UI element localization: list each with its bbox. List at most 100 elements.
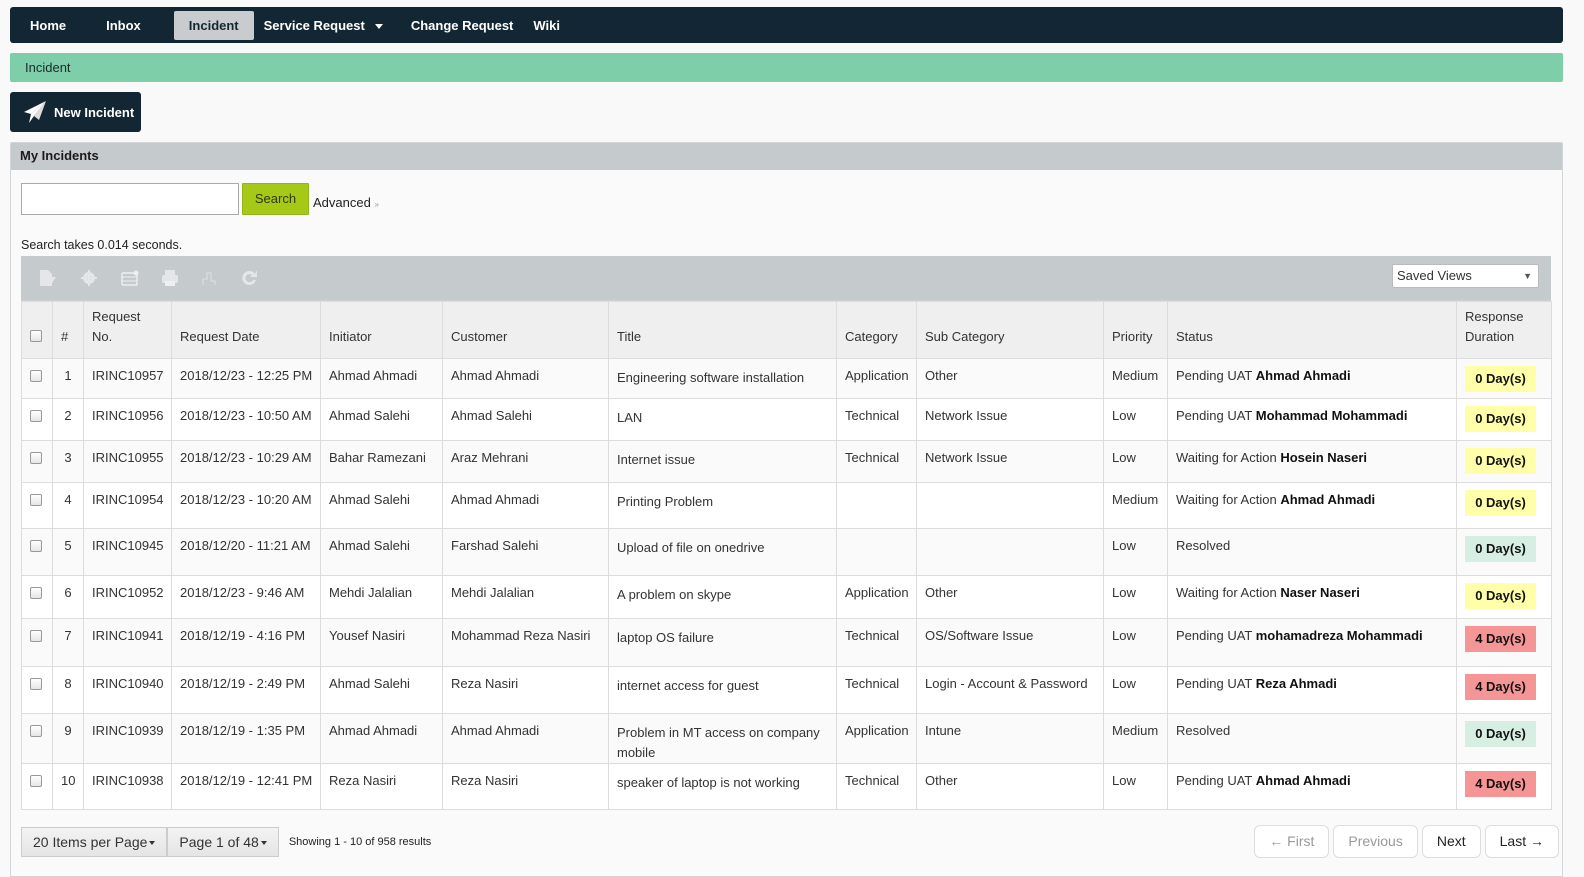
request-number[interactable]: IRINC10955 [83, 440, 172, 483]
response-cell: 4 Day(s) [1456, 666, 1552, 714]
status-cell: Resolved [1167, 713, 1457, 764]
nav-change-request[interactable]: Change Request [401, 11, 524, 40]
response-cell: 0 Day(s) [1456, 440, 1552, 483]
category: Technical [836, 763, 917, 810]
col-category[interactable]: Category [836, 301, 917, 359]
title[interactable]: laptop OS failure [608, 618, 837, 667]
title[interactable]: Internet issue [608, 440, 837, 483]
saved-views-select[interactable]: Saved Views ▼ [1392, 264, 1539, 288]
col-number[interactable]: # [52, 301, 84, 359]
customer: Mehdi Jalalian [442, 575, 609, 619]
table-row[interactable]: 4 IRINC10954 2018/12/23 - 10:20 AM Ahmad Sa… [21, 482, 1552, 529]
select-all-checkbox[interactable] [30, 330, 42, 342]
new-incident-button[interactable]: New Incident [10, 92, 141, 132]
table-row[interactable]: 9 IRINC10939 2018/12/19 - 1:35 PM Ahmad Ahm… [21, 713, 1552, 764]
title[interactable]: Upload of file on onedrive [608, 528, 837, 576]
table-row[interactable]: 10 IRINC10938 2018/12/19 - 12:41 PM Reza Na… [21, 763, 1552, 810]
col-request-no[interactable]: Request No. [83, 301, 172, 359]
title[interactable]: Engineering software installation [608, 358, 837, 399]
nav-home[interactable]: Home [20, 11, 76, 40]
next-page-button[interactable]: Next [1421, 825, 1481, 858]
row-checkbox[interactable] [30, 587, 42, 599]
title[interactable]: Problem in MT access on company mobile [608, 713, 837, 764]
row-checkbox[interactable] [30, 630, 42, 642]
row-select-cell [21, 528, 53, 576]
request-number[interactable]: IRINC10956 [83, 398, 172, 441]
response-cell: 0 Day(s) [1456, 528, 1552, 576]
title[interactable]: Printing Problem [608, 482, 837, 529]
customer: Mohammad Reza Nasiri [442, 618, 609, 667]
nav-incident[interactable]: Incident [173, 10, 254, 40]
col-request-date[interactable]: Request Date [171, 301, 321, 359]
initiator: Yousef Nasiri [320, 618, 443, 667]
customer: Ahmad Ahmadi [442, 482, 609, 529]
row-number: 3 [52, 440, 84, 483]
chart-icon[interactable] [200, 269, 220, 287]
row-checkbox[interactable] [30, 775, 42, 787]
status-cell: Pending UAT mohamadreza Mohammadi [1167, 618, 1457, 667]
request-number[interactable]: IRINC10952 [83, 575, 172, 619]
print-icon[interactable] [160, 269, 180, 287]
row-select-cell [21, 618, 53, 667]
status-assignee: mohamadreza Mohammadi [1255, 628, 1423, 643]
search-button[interactable]: Search [242, 183, 309, 215]
title[interactable]: internet access for guest [608, 666, 837, 714]
row-number: 7 [52, 618, 84, 667]
request-number[interactable]: IRINC10957 [83, 358, 172, 399]
status-text: Waiting for Action [1176, 450, 1277, 465]
title[interactable]: speaker of laptop is not working [608, 763, 837, 810]
row-checkbox[interactable] [30, 410, 42, 422]
request-number[interactable]: IRINC10938 [83, 763, 172, 810]
status-text: Resolved [1176, 723, 1231, 738]
row-checkbox[interactable] [30, 370, 42, 382]
sub-category: Network Issue [916, 398, 1104, 441]
table-row[interactable]: 2 IRINC10956 2018/12/23 - 10:50 AM Ahmad Sa… [21, 398, 1552, 441]
nav-inbox[interactable]: Inbox [96, 11, 151, 40]
status-assignee: Mohammad Mohammadi [1255, 408, 1408, 423]
col-customer[interactable]: Customer [442, 301, 609, 359]
table-row[interactable]: 7 IRINC10941 2018/12/19 - 4:16 PM Yousef Na… [21, 618, 1552, 667]
export-icon[interactable] [38, 269, 58, 287]
col-title[interactable]: Title [608, 301, 837, 359]
request-number[interactable]: IRINC10941 [83, 618, 172, 667]
response-duration-badge: 0 Day(s) [1465, 490, 1536, 516]
col-response-duration[interactable]: Response Duration [1456, 301, 1552, 359]
results-count: Showing 1 - 10 of 958 results [288, 836, 432, 848]
table-row[interactable]: 3 IRINC10955 2018/12/23 - 10:29 AM Bahar Ra… [21, 440, 1552, 483]
col-priority[interactable]: Priority [1103, 301, 1168, 359]
request-number[interactable]: IRINC10954 [83, 482, 172, 529]
title[interactable]: LAN [608, 398, 837, 441]
request-date: 2018/12/19 - 4:16 PM [171, 618, 321, 667]
category: Application [836, 358, 917, 399]
last-page-button[interactable]: Last → [1484, 825, 1559, 858]
table-row[interactable]: 1 IRINC10957 2018/12/23 - 12:25 PM Ahmad Ah… [21, 358, 1552, 399]
row-checkbox[interactable] [30, 494, 42, 506]
items-per-page-dropdown[interactable]: 20 Items per Page [21, 827, 168, 857]
col-initiator[interactable]: Initiator [320, 301, 443, 359]
row-checkbox[interactable] [30, 452, 42, 464]
request-number[interactable]: IRINC10945 [83, 528, 172, 576]
col-status[interactable]: Status [1167, 301, 1457, 359]
table-row[interactable]: 8 IRINC10940 2018/12/19 - 2:49 PM Ahmad Sal… [21, 666, 1552, 714]
request-number[interactable]: IRINC10940 [83, 666, 172, 714]
columns-icon[interactable] [120, 269, 140, 287]
settings-icon[interactable] [79, 269, 99, 287]
title[interactable]: A problem on skype [608, 575, 837, 619]
previous-page-button[interactable]: Previous [1333, 825, 1418, 858]
table-row[interactable]: 6 IRINC10952 2018/12/23 - 9:46 AM Mehdi Jal… [21, 575, 1552, 619]
refresh-icon[interactable] [240, 269, 260, 287]
search-input[interactable] [21, 183, 239, 215]
col-sub-category[interactable]: Sub Category [916, 301, 1104, 359]
advanced-search-link[interactable]: Advanced » [313, 195, 379, 210]
row-checkbox[interactable] [30, 540, 42, 552]
request-number[interactable]: IRINC10939 [83, 713, 172, 764]
row-checkbox[interactable] [30, 678, 42, 690]
page-select-dropdown[interactable]: Page 1 of 48 [167, 827, 279, 857]
row-checkbox[interactable] [30, 725, 42, 737]
first-page-button[interactable]: ← First [1254, 825, 1330, 858]
table-row[interactable]: 5 IRINC10945 2018/12/20 - 11:21 AM Ahmad Sa… [21, 528, 1552, 576]
nav-service-request[interactable]: Service Request [254, 11, 393, 40]
status-text: Pending UAT [1176, 628, 1253, 643]
nav-wiki[interactable]: Wiki [523, 11, 570, 40]
priority: Low [1103, 398, 1168, 441]
